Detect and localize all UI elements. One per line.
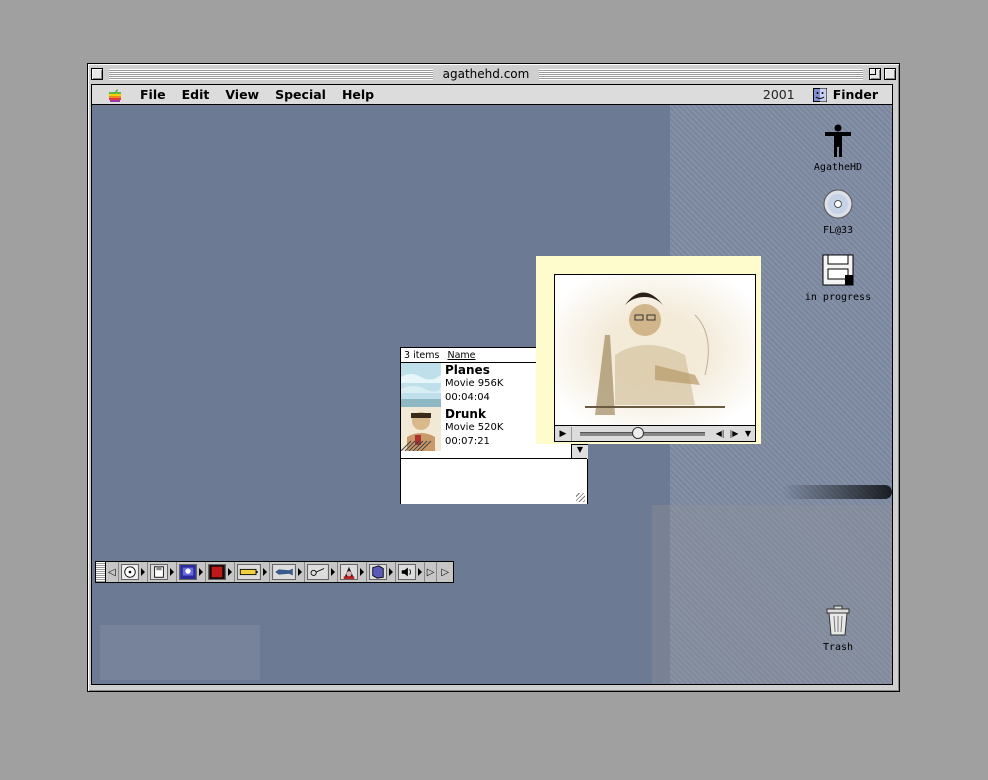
list-item[interactable]: Drunk Movie 520K 00:07:21 xyxy=(401,407,535,451)
battery-icon xyxy=(236,564,261,580)
scroll-down-arrow[interactable]: ▼ xyxy=(571,444,588,459)
drunk-thumbnail xyxy=(401,407,441,451)
person-silhouette-icon xyxy=(825,124,851,157)
step-forward-button[interactable]: |▶ xyxy=(727,427,741,441)
fish-icon xyxy=(271,564,296,580)
list-item-duration: 00:07:21 xyxy=(445,436,490,447)
resize-handle[interactable] xyxy=(576,493,585,502)
collapse-box[interactable] xyxy=(884,68,896,80)
progress-track[interactable] xyxy=(580,426,705,439)
movie-controller: ▶ ◀| |▶ ▼ xyxy=(555,425,755,441)
list-item-duration: 00:04:04 xyxy=(445,392,490,403)
desktop-icon-in-progress[interactable]: in progress xyxy=(798,253,878,303)
control-strip: ◁ ▷ ▷ xyxy=(95,561,455,583)
list-item-title: Drunk xyxy=(445,407,486,421)
desktop-icon-fl33[interactable]: FL@33 xyxy=(798,188,878,236)
zip-disk-icon xyxy=(822,254,854,286)
list-item-text: Planes Movie 956K 00:04:04 xyxy=(441,363,503,407)
desktop-icon-label: AgatheHD xyxy=(813,162,863,173)
menubar: File Edit View Special Help 2001 Finder xyxy=(92,85,892,105)
control-strip-scroll-left[interactable]: ◁ xyxy=(106,562,119,582)
desktop-glow xyxy=(652,505,892,684)
floppy-icon xyxy=(149,564,168,580)
control-strip-module-speaker[interactable] xyxy=(396,562,425,582)
cd-icon xyxy=(120,564,139,580)
window-title: agathehd.com xyxy=(442,67,530,81)
key-icon xyxy=(306,564,329,580)
menu-edit[interactable]: Edit xyxy=(174,87,218,102)
trash-icon xyxy=(826,605,850,636)
control-strip-module-red[interactable] xyxy=(206,562,235,582)
movie-frame: ▶ ◀| |▶ ▼ xyxy=(554,274,756,442)
play-button[interactable]: ▶ xyxy=(555,426,572,441)
control-strip-module-battery[interactable] xyxy=(235,562,270,582)
menubar-clock[interactable]: 2001 xyxy=(763,87,813,102)
titlebar-stripes-right xyxy=(539,68,863,80)
list-item-kind: Movie 520K xyxy=(445,422,504,433)
name-column-header[interactable]: Name xyxy=(447,350,475,361)
speaker-icon xyxy=(397,564,416,580)
desktop-haze xyxy=(100,625,260,680)
application-name: Finder xyxy=(832,87,878,102)
control-strip-module-cd[interactable] xyxy=(119,562,148,582)
desktop-icon-trash[interactable]: Trash xyxy=(798,603,878,653)
book-icon xyxy=(368,564,387,580)
desktop-icon-agathehd[interactable]: AgatheHD xyxy=(798,123,878,173)
cd-icon xyxy=(823,189,853,219)
movie-still-image xyxy=(555,275,755,425)
control-strip-module-key[interactable] xyxy=(305,562,338,582)
close-box[interactable] xyxy=(91,68,103,80)
desktop-screen: File Edit View Special Help 2001 Finder xyxy=(91,84,893,685)
control-strip-module-monitor[interactable] xyxy=(177,562,206,582)
apple-menu-icon[interactable] xyxy=(108,88,122,102)
item-count: 3 items xyxy=(404,349,440,361)
menu-special[interactable]: Special xyxy=(267,87,334,102)
desktop-icon-label: in progress xyxy=(804,292,872,303)
control-strip-module-floppy[interactable] xyxy=(148,562,177,582)
titlebar-stripes-left xyxy=(109,68,433,80)
application-menu[interactable]: Finder xyxy=(812,87,892,102)
red-square-icon xyxy=(207,564,226,580)
monitor-icon xyxy=(178,564,197,580)
list-item-title: Planes xyxy=(445,363,490,377)
menu-view[interactable]: View xyxy=(217,87,267,102)
list-item-kind: Movie 956K xyxy=(445,378,504,389)
desktop-icon-label: Trash xyxy=(822,642,854,653)
menu-help[interactable]: Help xyxy=(334,87,382,102)
planes-thumbnail xyxy=(401,363,441,407)
zoom-box[interactable] xyxy=(869,68,881,80)
control-strip-scroll-right[interactable]: ▷ xyxy=(425,562,438,582)
window-titlebar[interactable]: agathehd.com xyxy=(91,66,896,82)
desktop-streak xyxy=(782,485,892,499)
finder-icon xyxy=(812,87,827,102)
movie-player-window: ▶ ◀| |▶ ▼ xyxy=(536,256,761,444)
menu-file[interactable]: File xyxy=(132,87,174,102)
list-item-text: Drunk Movie 520K 00:07:21 xyxy=(441,407,503,451)
list-item[interactable]: Planes Movie 956K 00:04:04 xyxy=(401,363,535,407)
control-strip-module-fish[interactable] xyxy=(270,562,305,582)
control-strip-module-book[interactable] xyxy=(367,562,396,582)
control-strip-handle[interactable] xyxy=(96,562,106,582)
desktop-icon-label: FL@33 xyxy=(822,225,854,236)
main-window: agathehd.com File Edit View Special Help xyxy=(87,63,900,692)
movie-menu-button[interactable]: ▼ xyxy=(741,427,755,441)
list-empty-area xyxy=(401,458,587,504)
progress-knob[interactable] xyxy=(631,426,644,439)
face-icon xyxy=(339,564,358,580)
control-strip-module-face[interactable] xyxy=(338,562,367,582)
control-strip-end-cap[interactable]: ▷ xyxy=(437,562,453,582)
step-back-button[interactable]: ◀| xyxy=(713,427,727,441)
